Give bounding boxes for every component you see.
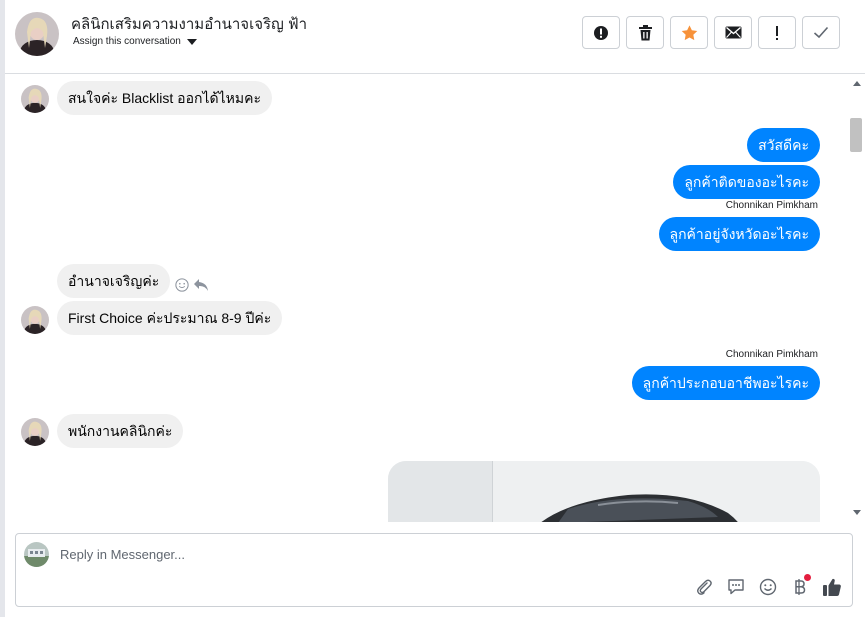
outgoing-message[interactable]: ลูกค้าติดของอะไรคะ (673, 165, 820, 199)
outgoing-message[interactable]: ลูกค้าประกอบอาชีพอะไรคะ (631, 366, 820, 400)
sender-name: Chonnikan Pimkham (725, 200, 818, 211)
reply-input[interactable] (60, 547, 560, 562)
follow-up-button[interactable] (758, 16, 796, 49)
envelope-icon (725, 26, 741, 39)
saved-replies-button[interactable] (725, 576, 747, 598)
assign-conversation-dropdown[interactable]: Assign this conversation (73, 36, 197, 47)
like-button[interactable] (821, 576, 843, 598)
page-avatar (24, 542, 49, 567)
mark-unread-button[interactable] (714, 16, 752, 49)
message-thread: สนใจค่ะ Blacklist ออกได้ไหมคะ สวัสดีคะ ล… (5, 75, 848, 522)
reply-icon[interactable] (193, 278, 209, 292)
spam-button[interactable] (582, 16, 620, 49)
scrollbar-thumb[interactable] (850, 118, 862, 152)
exclamation-icon (776, 25, 778, 40)
chat-bubble-icon (728, 579, 744, 595)
conversation-header: คลินิกเสริมความงามอำนาจเจริญ ฟ้า Assign … (5, 0, 865, 74)
check-icon (813, 26, 829, 39)
delete-button[interactable] (626, 16, 664, 49)
scroll-up-arrow-icon[interactable] (853, 81, 861, 86)
contact-avatar[interactable] (15, 12, 59, 56)
incoming-message[interactable]: สนใจค่ะ Blacklist ออกได้ไหมคะ (57, 81, 272, 115)
payment-button[interactable] (789, 574, 811, 598)
smiley-icon[interactable] (175, 278, 189, 292)
outgoing-message[interactable]: ลูกค้าอยู่จังหวัดอะไรคะ (658, 217, 820, 251)
incoming-message[interactable]: พนักงานคลินิกค่ะ (57, 414, 184, 448)
thumbs-up-icon (823, 578, 841, 596)
baht-icon (795, 579, 806, 595)
scroll-down-arrow-icon[interactable] (853, 510, 861, 515)
paperclip-icon (697, 579, 712, 595)
notification-dot (804, 574, 811, 581)
done-button[interactable] (802, 16, 840, 49)
sender-name: Chonnikan Pimkham (725, 349, 818, 360)
image-attachment[interactable] (388, 461, 820, 522)
outgoing-message[interactable]: สวัสดีคะ (747, 128, 820, 162)
alert-circle-icon (594, 25, 608, 40)
assign-label: Assign this conversation (73, 36, 181, 47)
contact-avatar-small (21, 418, 49, 446)
conversation-actions (582, 16, 840, 49)
contact-name: คลินิกเสริมความงามอำนาจเจริญ ฟ้า (71, 16, 308, 33)
composer-tools (693, 574, 843, 598)
contact-avatar-small (21, 85, 49, 113)
message-hover-actions (175, 278, 209, 292)
caret-down-icon (186, 38, 197, 45)
star-icon (681, 24, 697, 40)
contact-avatar-small (21, 306, 49, 334)
incoming-message[interactable]: First Choice ค่ะประมาณ 8-9 ปีค่ะ (57, 301, 283, 335)
smiley-icon (759, 578, 777, 596)
trash-icon (638, 24, 652, 40)
star-button[interactable] (670, 16, 708, 49)
chat-scrollbar[interactable] (848, 75, 865, 522)
emoji-button[interactable] (757, 576, 779, 598)
incoming-message[interactable]: อำนาจเจริญค่ะ (57, 264, 171, 298)
reply-composer (15, 533, 853, 607)
attach-button[interactable] (693, 576, 715, 598)
